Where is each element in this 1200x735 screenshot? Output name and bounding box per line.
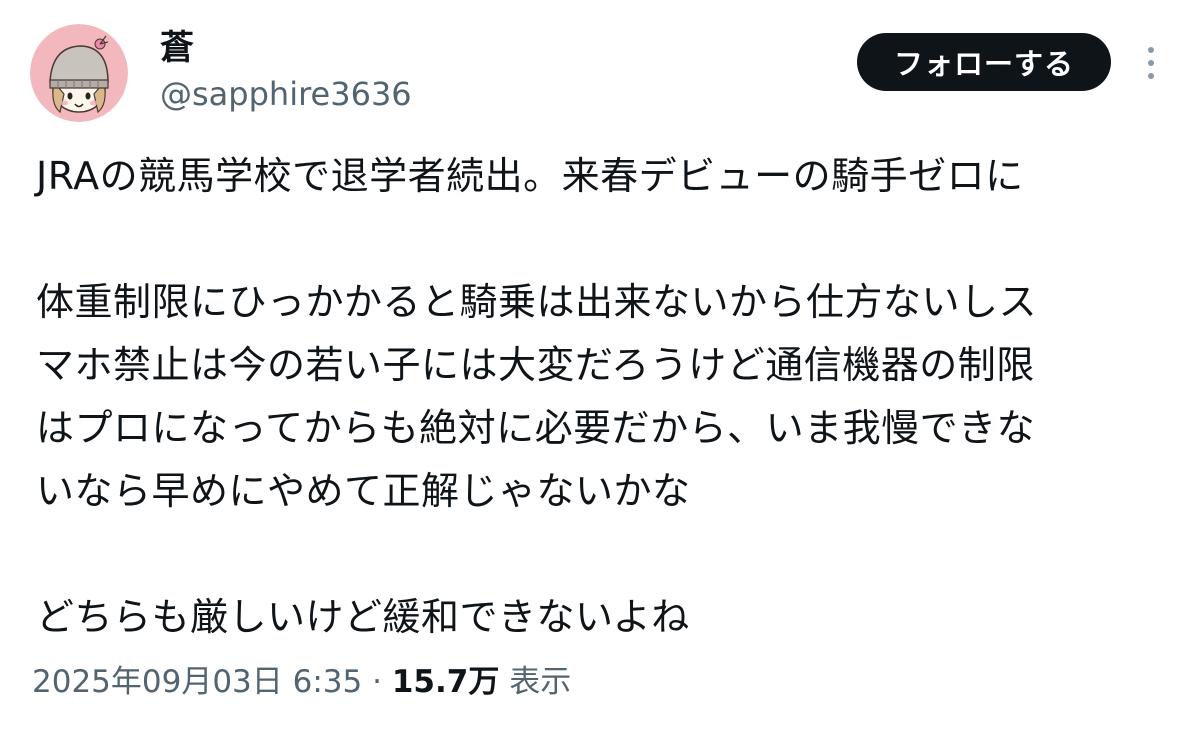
- tweet-line: JRAの競馬学校で退学者続出。来春デビューの騎手ゼロに: [36, 154, 1024, 198]
- tweet-line: 体重制限にひっかかると騎乗は出来ないから仕方ないしス: [36, 280, 1038, 324]
- views-label: 表示: [509, 664, 572, 700]
- meta-separator: ·: [372, 664, 382, 700]
- author-display-name[interactable]: 蒼: [160, 26, 412, 70]
- views-count: 15.7万: [391, 664, 500, 700]
- tweet-timestamp[interactable]: 2025年09月03日 6:35: [32, 664, 362, 700]
- author-handle[interactable]: @sapphire3636: [160, 72, 412, 116]
- more-vertical-icon-dot: [1148, 73, 1154, 79]
- author-info: 蒼 @sapphire3636: [160, 26, 412, 116]
- avatar-knit-hat-girl-icon: [30, 24, 128, 122]
- follow-button[interactable]: フォローする: [857, 33, 1111, 91]
- tweet-line: どちらも厳しいけど緩和できないよね: [36, 595, 690, 639]
- tweet-line: はプロになってからも絶対に必要だから、いま我慢できな: [36, 406, 1036, 450]
- tweet-card: 蒼 @sapphire3636 フォローする JRAの競馬学校で退学者続出。来春…: [0, 0, 1200, 735]
- author-avatar[interactable]: [30, 24, 128, 122]
- tweet-line: いなら早めにやめて正解じゃないかな: [36, 469, 691, 513]
- tweet-body: JRAの競馬学校で退学者続出。来春デビューの騎手ゼロに 体重制限にひっかかると騎…: [36, 145, 1156, 649]
- tweet-meta: 2025年09月03日 6:35 · 15.7万 表示: [32, 660, 571, 704]
- tweet-line: マホ禁止は今の若い子には大変だろうけど通信機器の制限: [36, 343, 1035, 387]
- more-options-button[interactable]: [1136, 38, 1166, 88]
- more-vertical-icon-dot: [1148, 60, 1154, 66]
- more-vertical-icon: [1148, 47, 1154, 53]
